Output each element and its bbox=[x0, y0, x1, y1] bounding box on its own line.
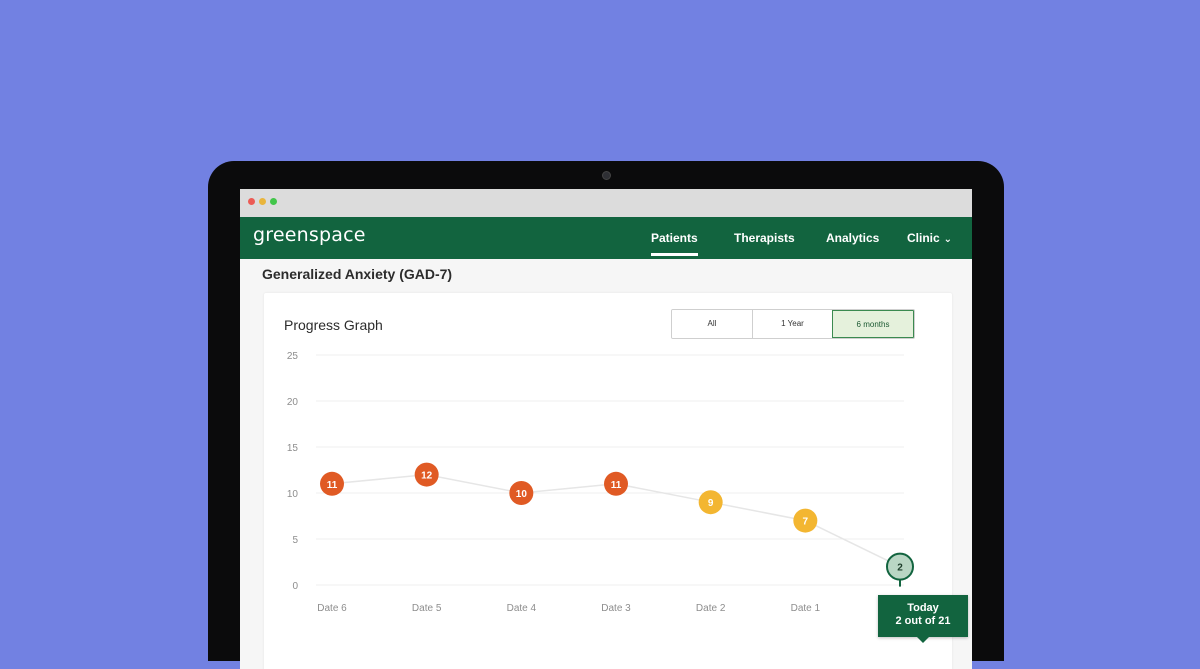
y-tick-label: 5 bbox=[292, 535, 298, 546]
data-point-label: 2 bbox=[897, 563, 903, 574]
nav-clinic-label: Clinic bbox=[907, 231, 940, 245]
x-tick-label: Date 2 bbox=[696, 603, 726, 614]
x-tick-label: Date 1 bbox=[791, 603, 821, 614]
data-point-label: 11 bbox=[327, 480, 338, 491]
y-tick-label: 10 bbox=[287, 489, 299, 500]
nav-clinic[interactable]: Clinic ⌄ bbox=[907, 231, 952, 245]
data-point-label: 11 bbox=[611, 480, 622, 491]
data-point-label: 7 bbox=[803, 517, 809, 528]
x-tick-label: Date 5 bbox=[412, 603, 442, 614]
top-navbar: greenspace Patients Therapists Analytics… bbox=[240, 217, 972, 259]
laptop-frame: greenspace Patients Therapists Analytics… bbox=[208, 161, 1004, 669]
camera-icon bbox=[602, 171, 611, 180]
nav-therapists[interactable]: Therapists bbox=[734, 231, 795, 245]
x-tick-label: Date 4 bbox=[507, 603, 537, 614]
nav-patients[interactable]: Patients bbox=[651, 231, 698, 256]
nav-analytics[interactable]: Analytics bbox=[826, 231, 879, 245]
data-point-label: 12 bbox=[421, 471, 433, 482]
greenspace-logo[interactable]: greenspace bbox=[253, 224, 366, 246]
today-tooltip: Today 2 out of 21 bbox=[878, 595, 968, 643]
window-titlebar bbox=[240, 189, 972, 217]
browser-window: greenspace Patients Therapists Analytics… bbox=[240, 189, 972, 669]
y-tick-label: 0 bbox=[292, 581, 298, 592]
page-title: Generalized Anxiety (GAD-7) bbox=[262, 266, 453, 282]
tooltip-score: 2 out of 21 bbox=[895, 615, 951, 627]
close-window-button[interactable] bbox=[248, 198, 255, 205]
x-tick-label: Date 6 bbox=[317, 603, 347, 614]
maximize-window-button[interactable] bbox=[270, 198, 277, 205]
progress-graph-card: Progress Graph All 1 Year 6 months 0 5 10 1… bbox=[264, 293, 968, 669]
minimize-window-button[interactable] bbox=[259, 198, 266, 205]
chevron-down-icon: ⌄ bbox=[943, 234, 953, 245]
data-point-label: 10 bbox=[516, 489, 528, 500]
data-point-label: 9 bbox=[708, 498, 714, 509]
y-tick-label: 20 bbox=[287, 397, 299, 408]
x-tick-label: Date 3 bbox=[601, 603, 631, 614]
y-tick-label: 25 bbox=[287, 351, 299, 362]
y-tick-label: 15 bbox=[287, 443, 299, 454]
tooltip-title: Today bbox=[907, 602, 939, 614]
progress-chart: 0 5 10 15 20 25 Date 6 Date 5 Date 4 Date 3 Date 2… bbox=[287, 351, 914, 614]
